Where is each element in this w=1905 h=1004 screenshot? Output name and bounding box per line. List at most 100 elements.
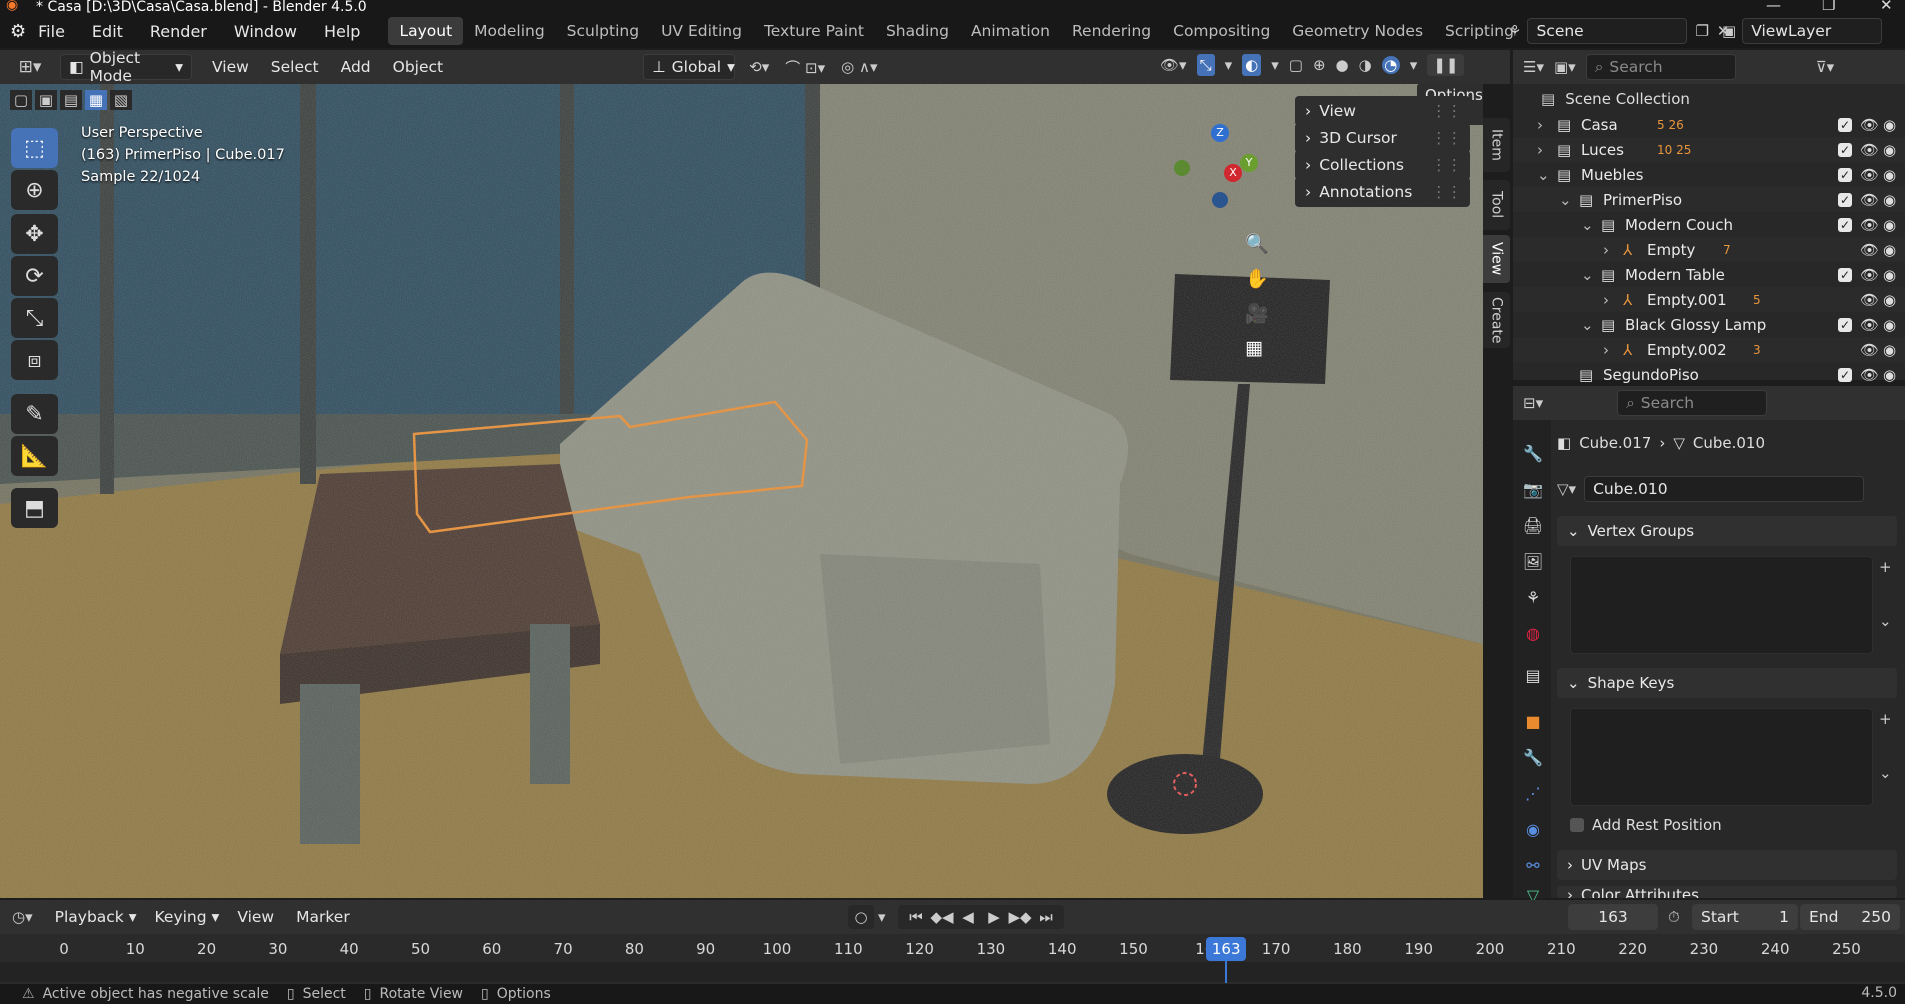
viewport-menu-add[interactable]: Add [341,58,371,76]
timeline-ruler[interactable]: 0 10 20 30 40 50 60 70 80 90 100 110 120 130 140 150 16 1… [0,934,1905,984]
pause-render-icon[interactable]: ❚❚ [1427,54,1465,76]
drag-handle-icon[interactable]: ⋮⋮ [1431,129,1462,147]
workspace-tab-compositing[interactable]: Compositing [1162,17,1281,45]
viewport-menu-object[interactable]: Object [393,58,443,76]
solid-shading-icon[interactable]: ● [1336,56,1349,74]
timeline-track[interactable] [0,962,1905,982]
chevron-down-icon[interactable]: ▾ [1271,56,1279,74]
add-vertex-group-icon[interactable]: + [1879,558,1892,576]
material-shading-icon[interactable]: ◑ [1359,56,1372,74]
menu-help[interactable]: Help [324,22,360,41]
camera-render-icon[interactable]: ◉ [1883,341,1896,359]
outliner-row-empty[interactable]: › ⅄ Empty 7 👁 ◉ [1513,237,1905,262]
outliner-row-primerpiso[interactable]: ⌄ ▤ PrimerPiso ✓ 👁 ◉ [1513,187,1905,212]
vertex-groups-panel[interactable]: ⌄ Vertex Groups [1557,516,1897,546]
camera-render-icon[interactable]: ◉ [1883,191,1896,209]
camera-render-icon[interactable]: ◉ [1883,166,1896,184]
shape-key-menu-icon[interactable]: ⌄ [1879,764,1892,782]
outliner-row-segundopiso[interactable]: ▤ SegundoPiso ✓ 👁 ◉ [1513,362,1905,387]
mesh-data-selector[interactable]: ▽▾ Cube.010 [1557,476,1897,502]
outliner-row-black-glossy-lamp[interactable]: ⌄ ▤ Black Glossy Lamp ✓ 👁 ◉ [1513,312,1905,337]
chevron-right-icon[interactable]: › [1603,291,1609,309]
move-tool-icon[interactable]: ✥ [11,214,58,254]
chevron-down-icon[interactable]: ▾ [1410,56,1418,74]
annotate-tool-icon[interactable]: ✎ [11,394,58,434]
constraints-tab-icon[interactable]: ⚯ [1522,854,1544,876]
camera-render-icon[interactable]: ◉ [1883,366,1896,384]
navigation-gizmo[interactable]: Z Y X [1170,124,1270,224]
sidebar-tab-tool[interactable]: Tool [1483,180,1510,230]
camera-render-icon[interactable]: ◉ [1883,266,1896,284]
camera-render-icon[interactable]: ◉ [1883,141,1896,159]
data-tab-icon[interactable]: ▽ [1522,890,1544,900]
camera-render-icon[interactable]: ◉ [1883,316,1896,334]
shape-keys-panel[interactable]: ⌄ Shape Keys [1557,668,1897,698]
chevron-down-icon[interactable]: ⌄ [1559,191,1572,209]
mesh-name-field[interactable]: Cube.010 [1584,476,1865,502]
scene-tab-icon[interactable]: ⚘ [1522,586,1544,608]
timeline-keying-menu[interactable]: Keying ▾ [155,908,220,926]
exclude-checkbox[interactable]: ✓ [1838,317,1852,332]
editor-type-icon[interactable]: ⊟▾ [1523,394,1543,412]
eye-icon[interactable]: 👁 [1860,141,1879,159]
gizmo-y-axis[interactable]: Y [1240,154,1258,172]
minimize-icon[interactable]: — [1766,0,1781,13]
select-subtract-icon[interactable]: ▤ [60,90,82,110]
add-shape-key-icon[interactable]: + [1879,710,1892,728]
sidebar-panel-collections[interactable]: › Collections ⋮⋮ [1295,150,1470,180]
workspace-tab-rendering[interactable]: Rendering [1061,17,1162,45]
chevron-down-icon[interactable]: ⌄ [1581,316,1594,334]
modifier-tab-icon[interactable]: 🔧 [1522,746,1544,768]
chevron-down-icon[interactable]: ⌄ [1537,166,1550,184]
filter-icon[interactable]: ⊽▾ [1816,58,1835,76]
select-new-icon[interactable]: ▢ [10,90,32,110]
sidebar-tab-item[interactable]: Item [1483,118,1510,172]
3d-viewport[interactable]: User Perspective (163) PrimerPiso | Cube… [0,84,1483,898]
jump-start-icon[interactable]: ⏮ [904,908,928,926]
current-frame-field[interactable]: 163 [1568,904,1658,930]
exclude-checkbox[interactable]: ✓ [1838,367,1852,382]
eye-icon[interactable]: 👁 [1860,366,1879,384]
current-frame-indicator[interactable]: 163 [1206,937,1247,961]
workspace-tab-uv-editing[interactable]: UV Editing [650,17,753,45]
outliner-row-muebles[interactable]: ⌄ ▤ Muebles ✓ 👁 ◉ [1513,162,1905,187]
outliner-row-casa[interactable]: › ▤ Casa 5 26 ✓ 👁 ◉ [1513,112,1905,137]
viewport-menu-select[interactable]: Select [271,58,319,76]
gizmo-x-axis[interactable]: X [1224,164,1242,182]
xray-icon[interactable]: ▢ [1289,56,1303,74]
eye-icon[interactable]: 👁 [1860,291,1879,309]
exclude-checkbox[interactable]: ✓ [1838,142,1852,157]
exclude-checkbox[interactable]: ✓ [1838,217,1852,232]
scene-collection-row[interactable]: ▤ Scene Collection [1541,90,1690,108]
transform-tool-icon[interactable]: ⧈ [11,340,58,380]
camera-view-icon[interactable]: 🎥 [1245,302,1269,325]
object-tab-icon[interactable]: ■ [1522,710,1544,732]
zoom-icon[interactable]: 🔍 [1245,232,1269,255]
eye-icon[interactable]: 👁 [1860,241,1879,259]
maximize-icon[interactable]: ❐ [1822,0,1835,13]
workspace-tab-animation[interactable]: Animation [960,17,1061,45]
new-scene-icon[interactable]: ❐ [1695,22,1708,40]
chevron-right-icon[interactable]: › [1537,141,1543,159]
chevron-down-icon[interactable]: ⌄ [1581,216,1594,234]
sidebar-tab-view[interactable]: View [1483,235,1510,283]
scene-selector[interactable]: ⚘ Scene ❐ ✕ [1508,17,1729,45]
checkbox[interactable] [1570,818,1584,832]
end-frame-field[interactable]: End 250 [1800,904,1900,930]
eye-icon[interactable]: 👁 [1860,316,1879,334]
drag-handle-icon[interactable]: ⋮⋮ [1431,156,1462,174]
exclude-checkbox[interactable]: ✓ [1838,192,1852,207]
sidebar-tab-create[interactable]: Create [1483,292,1510,348]
physics-tab-icon[interactable]: ◉ [1522,818,1544,840]
outliner-row-modern-table[interactable]: ⌄ ▤ Modern Table ✓ 👁 ◉ [1513,262,1905,287]
close-icon[interactable]: ✕ [1880,0,1893,13]
world-tab-icon[interactable]: ◍ [1522,622,1544,644]
outliner-row-luces[interactable]: › ▤ Luces 10 25 ✓ 👁 ◉ [1513,137,1905,162]
sidebar-panel-view[interactable]: › View ⋮⋮ [1295,96,1470,126]
eye-icon[interactable]: 👁 [1860,341,1879,359]
add-cube-tool-icon[interactable]: ⬒ [11,488,58,528]
shape-keys-list[interactable] [1570,708,1873,806]
grid-perspective-icon[interactable]: ▦ [1245,337,1269,359]
add-rest-position-checkbox[interactable]: Add Rest Position [1570,816,1722,834]
workspace-tab-layout[interactable]: Layout [388,17,464,45]
